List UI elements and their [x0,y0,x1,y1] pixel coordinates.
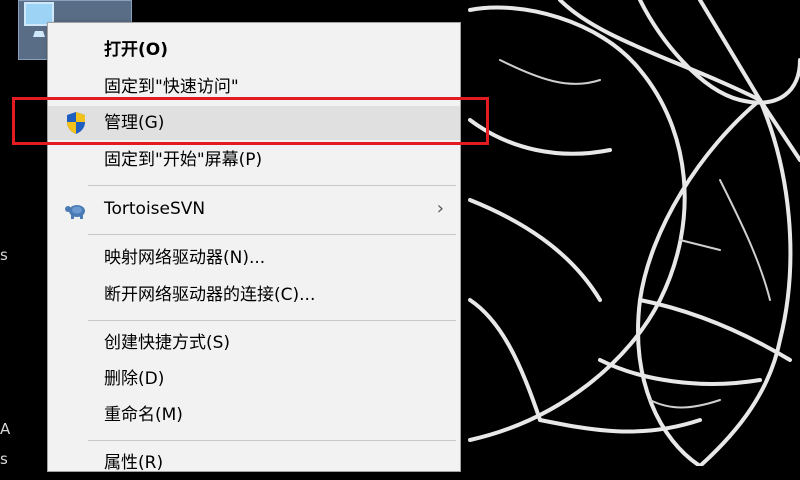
menu-item-tortoisesvn[interactable]: TortoiseSVN › [48,192,460,226]
menu-item-label: 固定到"开始"屏幕(P) [104,150,263,170]
menu-item-label: 打开(O) [104,40,168,60]
desktop-edge-text: A [0,420,11,438]
menu-item-label: 属性(R) [104,453,164,473]
menu-item-label: 映射网络驱动器(N)... [104,248,266,268]
menu-item-label: 断开网络驱动器的连接(C)... [104,285,316,305]
desktop-edge-text: s [0,450,8,468]
menu-separator [88,320,456,321]
menu-item-open[interactable]: 打开(O) [48,33,460,67]
menu-separator [88,234,456,235]
menu-item-label: TortoiseSVN [104,199,206,219]
menu-item-label: 创建快捷方式(S) [104,333,231,353]
menu-item-pin-start[interactable]: 固定到"开始"屏幕(P) [48,143,460,177]
context-menu: 打开(O) 固定到"快速访问" 管理(G) 固定到"开始"屏幕(P) Torto… [47,22,461,473]
menu-separator [88,440,456,441]
tortoise-icon [65,205,85,219]
chevron-right-icon: › [436,198,444,219]
menu-item-disconnect-network-drive[interactable]: 断开网络驱动器的连接(C)... [48,278,460,312]
menu-item-rename[interactable]: 重命名(M) [48,398,460,432]
menu-item-create-shortcut[interactable]: 创建快捷方式(S) [48,326,460,360]
menu-item-properties[interactable]: 属性(R) [48,446,460,480]
menu-item-map-network-drive[interactable]: 映射网络驱动器(N)... [48,241,460,275]
desktop-edge-text: s [0,246,8,264]
menu-item-label: 重命名(M) [104,405,183,425]
annotation-highlight-box [12,97,489,145]
menu-item-label: 删除(D) [104,369,165,389]
menu-item-delete[interactable]: 删除(D) [48,362,460,396]
menu-separator [88,185,456,186]
